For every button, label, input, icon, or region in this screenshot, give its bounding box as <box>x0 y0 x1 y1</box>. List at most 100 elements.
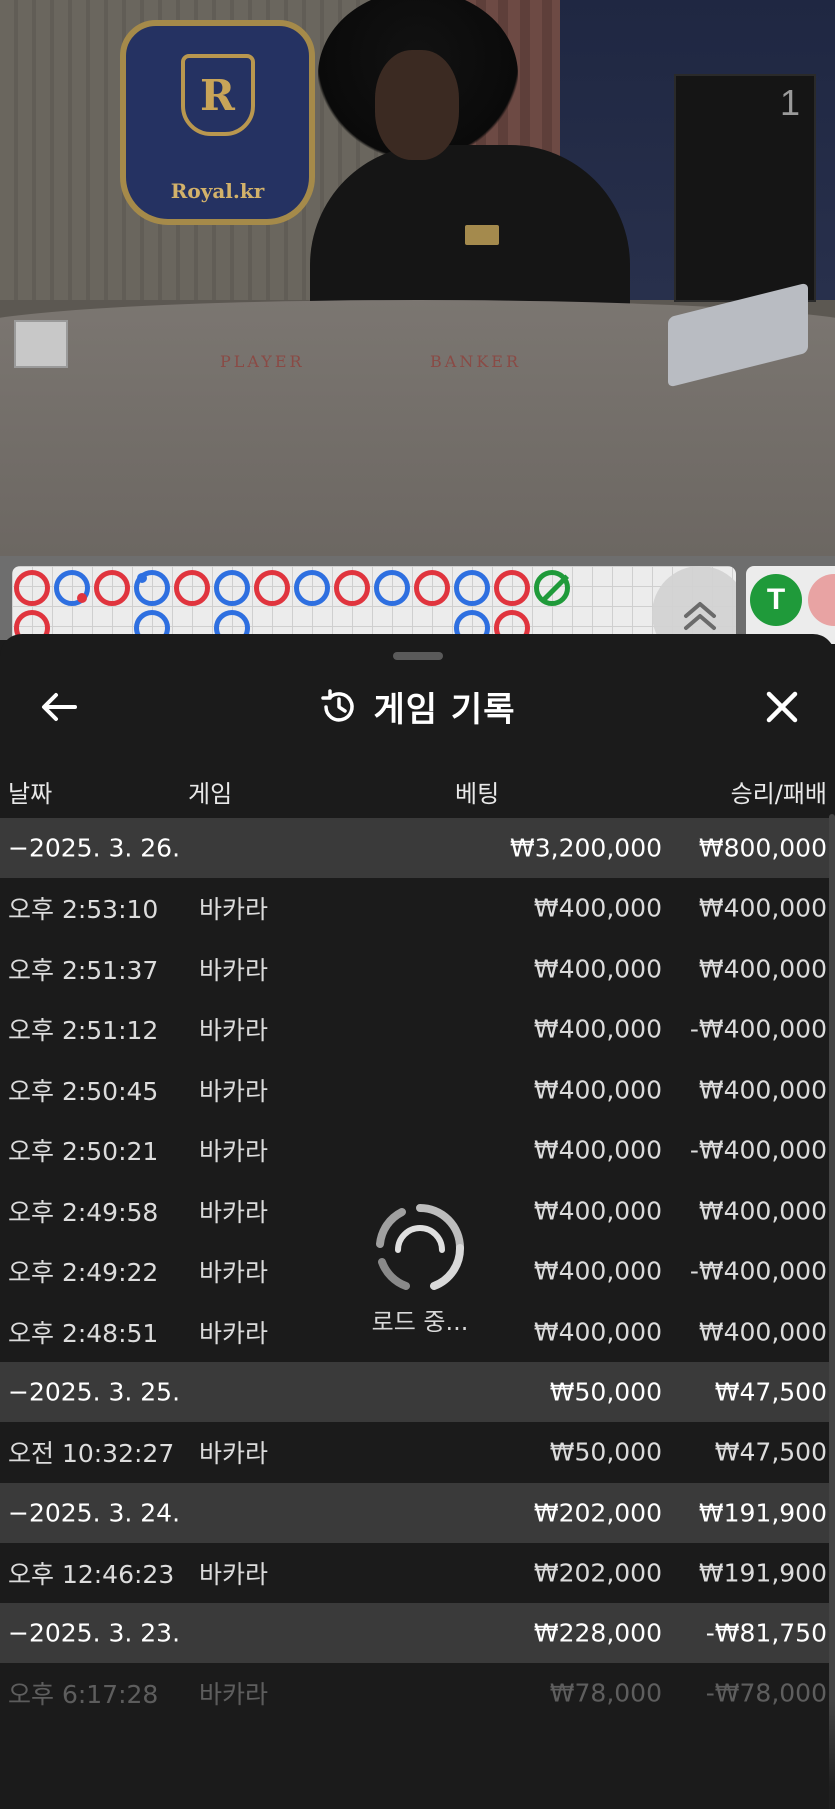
game-cell: 바카라 <box>199 1318 269 1348</box>
sheet-title: 게임 기록 <box>373 690 516 730</box>
game-cell: 바카라 <box>199 1258 269 1288</box>
game-cell: 바카라 <box>199 1559 269 1589</box>
time-cell: 오후 2:50:45 <box>8 1076 159 1106</box>
winloss-cell: ₩47,500 <box>714 1377 827 1407</box>
history-clock-icon <box>320 688 354 722</box>
column-headers: 날짜 게임 베팅 승리/패배 <box>0 766 835 816</box>
close-x-icon <box>766 691 798 723</box>
winloss-cell: -₩78,000 <box>705 1678 827 1708</box>
bead-road[interactable] <box>12 566 736 644</box>
time-cell: 오전 10:32:27 <box>8 1439 175 1469</box>
column-header-bet: 베팅 <box>455 780 500 808</box>
loading-spinner-icon <box>376 1204 465 1290</box>
time-cell: 오후 12:46:23 <box>8 1559 175 1589</box>
winloss-cell: -₩81,750 <box>705 1618 827 1648</box>
bet-cell: ₩78,000 <box>549 1678 662 1708</box>
history-row[interactable]: 오후 2:50:45 바카라 ₩400,000 ₩400,000 <box>0 1060 835 1121</box>
tie-indicator: T <box>750 574 802 626</box>
game-cell: 바카라 <box>199 1680 269 1710</box>
bead-banker <box>174 570 210 606</box>
column-header-game: 게임 <box>188 780 233 808</box>
winloss-cell: ₩47,500 <box>714 1437 827 1467</box>
banker-indicator <box>808 574 835 626</box>
bet-cell: ₩400,000 <box>533 1075 662 1105</box>
bead-banker <box>94 570 130 606</box>
winloss-cell: ₩400,000 <box>698 1317 827 1347</box>
discard-tray <box>14 320 68 368</box>
bet-cell: ₩3,200,000 <box>510 833 662 863</box>
winloss-cell: -₩400,000 <box>689 1135 827 1165</box>
bead-banker <box>14 570 50 606</box>
bet-cell: ₩400,000 <box>533 1135 662 1165</box>
winloss-cell: ₩191,900 <box>698 1558 827 1588</box>
winloss-cell: -₩400,000 <box>689 1256 827 1286</box>
game-cell: 바카라 <box>199 1137 269 1167</box>
bead-banker <box>334 570 370 606</box>
bead-banker <box>414 570 450 606</box>
game-cell: 바카라 <box>199 1076 269 1106</box>
bead-player <box>374 570 410 606</box>
roadmap-strip: T <box>0 556 835 644</box>
bet-cell: ₩202,000 <box>533 1498 662 1527</box>
bet-cell: ₩400,000 <box>533 1196 662 1226</box>
time-cell: 오후 2:51:12 <box>8 1016 159 1046</box>
history-row[interactable]: 오후 2:50:21 바카라 ₩400,000 -₩400,000 <box>0 1120 835 1181</box>
dealer-name-tag <box>465 225 499 245</box>
live-video: R Royal.kr 1 PLAYER BANKER <box>0 0 835 556</box>
winloss-cell: ₩800,000 <box>698 833 827 863</box>
bead-player <box>454 570 490 606</box>
sign-text: Royal.kr <box>170 179 265 203</box>
bet-cell: ₩400,000 <box>533 1014 662 1044</box>
date-group-row[interactable]: −2025. 3. 23. ₩228,000 -₩81,750 <box>0 1603 835 1663</box>
history-row[interactable]: 오후 12:46:23 바카라 ₩202,000 ₩191,900 <box>0 1543 835 1604</box>
game-cell: 바카라 <box>199 955 269 985</box>
game-cell: 바카라 <box>199 1197 269 1227</box>
bet-cell: ₩400,000 <box>533 893 662 923</box>
date-label: −2025. 3. 24. <box>8 1498 181 1527</box>
time-cell: 오후 2:48:51 <box>8 1318 159 1348</box>
history-row[interactable]: 오후 2:51:12 바카라 ₩400,000 -₩400,000 <box>0 999 835 1060</box>
dealer-monitor: 1 <box>674 74 816 302</box>
bet-cell: ₩202,000 <box>533 1558 662 1588</box>
game-cell: 바카라 <box>199 895 269 925</box>
time-cell: 오후 2:53:10 <box>8 895 159 925</box>
sheet-grab-handle[interactable] <box>393 652 443 660</box>
winloss-cell: ₩400,000 <box>698 893 827 923</box>
column-header-winloss: 승리/패배 <box>730 780 827 808</box>
date-group-row[interactable]: −2025. 3. 24. ₩202,000 ₩191,900 <box>0 1482 835 1543</box>
game-cell: 바카라 <box>199 1016 269 1046</box>
history-row[interactable]: 오후 6:17:28 바카라 ₩78,000 -₩78,000 <box>0 1663 835 1724</box>
monitor-number: 1 <box>779 82 800 123</box>
game-cell: 바카라 <box>199 1439 269 1469</box>
bet-cell: ₩400,000 <box>533 1317 662 1347</box>
dealer-face <box>375 50 459 160</box>
time-cell: 오후 2:49:58 <box>8 1197 159 1227</box>
bead-player <box>294 570 330 606</box>
winloss-cell: ₩400,000 <box>698 954 827 984</box>
time-cell: 오후 2:50:21 <box>8 1137 159 1167</box>
date-group-row[interactable]: −2025. 3. 26. ₩3,200,000 ₩800,000 <box>0 818 835 878</box>
winloss-cell: -₩400,000 <box>689 1014 827 1044</box>
date-group-row[interactable]: −2025. 3. 25. ₩50,000 ₩47,500 <box>0 1362 835 1422</box>
history-row[interactable]: 오전 10:32:27 바카라 ₩50,000 ₩47,500 <box>0 1422 835 1483</box>
date-label: −2025. 3. 23. <box>8 1618 181 1648</box>
winloss-cell: ₩400,000 <box>698 1196 827 1226</box>
bead-tie <box>534 570 570 606</box>
scrollbar[interactable] <box>829 814 835 1809</box>
crest-icon: R <box>180 54 255 136</box>
side-road-panel[interactable]: T <box>746 566 835 644</box>
bet-cell: ₩50,000 <box>549 1377 662 1407</box>
close-button[interactable] <box>759 684 805 730</box>
roadmap-expand-button[interactable] <box>652 566 736 644</box>
bead-banker <box>254 570 290 606</box>
table-label-banker: BANKER <box>430 352 521 371</box>
bead-banker <box>494 570 530 606</box>
time-cell: 오후 2:49:22 <box>8 1258 159 1288</box>
bet-cell: ₩228,000 <box>533 1618 662 1648</box>
bet-cell: ₩400,000 <box>533 1256 662 1286</box>
bet-cell: ₩400,000 <box>533 954 662 984</box>
history-row[interactable]: 오후 2:51:37 바카라 ₩400,000 ₩400,000 <box>0 939 835 1000</box>
winloss-cell: ₩400,000 <box>698 1075 827 1105</box>
column-header-date: 날짜 <box>8 780 53 808</box>
history-row[interactable]: 오후 2:53:10 바카라 ₩400,000 ₩400,000 <box>0 878 835 939</box>
